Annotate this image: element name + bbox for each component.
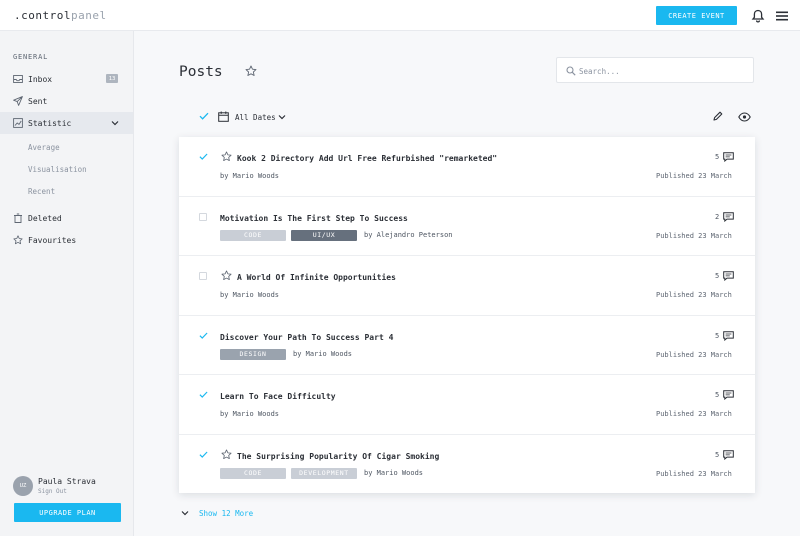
post-title[interactable]: Discover Your Path To Success Part 4 [220,333,393,342]
logo-text-light: panel [70,9,107,22]
comment-icon[interactable] [723,390,734,400]
page-title: Posts [179,64,223,80]
check-icon[interactable] [199,450,208,459]
top-bar: .controlpanel CREATE EVENT [0,0,800,31]
post-author: by Mario Woods [220,172,280,180]
comment-count: 5 [715,272,720,280]
tag-code[interactable]: CODE [220,229,286,241]
row-checkbox[interactable] [199,272,207,280]
comment-count: 5 [715,331,720,340]
tag-group: DESIGN by Mario Woods [220,348,353,360]
search-icon [566,66,576,76]
sidebar-item-favourites[interactable]: Favourites [0,229,133,251]
sign-out-link[interactable]: Sign Out [38,488,67,495]
user-name: Paula Strava [38,477,96,486]
comment-icon[interactable] [723,449,734,460]
inbox-count-badge: 13 [106,74,118,83]
sidebar-section-label: GENERAL [13,53,49,61]
list-item[interactable]: Kook 2 Directory Add Url Free Refurbishe… [179,137,755,197]
star-icon [13,235,23,245]
post-title[interactable]: A World Of Infinite Opportunities [237,273,396,282]
star-icon[interactable] [221,151,232,162]
comment-count: 5 [715,450,720,459]
tag-design[interactable]: DESIGN [220,348,286,360]
menu-icon[interactable] [776,10,788,22]
chevron-down-icon[interactable] [278,113,286,121]
tag-code[interactable]: CODE [220,467,286,479]
comment-icon[interactable] [723,271,734,281]
star-icon[interactable] [221,449,232,460]
avatar[interactable]: UZ [13,476,33,496]
post-title[interactable]: Motivation Is The First Step To Success [220,214,408,223]
sidebar-item-inbox[interactable]: Inbox 13 [0,68,133,90]
sidebar-subitem-average[interactable]: Average [28,143,60,152]
upgrade-plan-button[interactable]: UPGRADE PLAN [14,503,121,522]
tag-development[interactable]: DEVELOPMENT [291,467,357,479]
comment-count: 2 [715,212,720,221]
chart-icon [13,118,23,128]
post-author: by Mario Woods [220,410,280,418]
app-logo[interactable]: .controlpanel [14,9,107,22]
post-author: by Alejandro Peterson [364,231,453,239]
trash-icon [14,213,22,223]
comment-count: 5 [715,153,720,161]
sidebar-subitem-recent[interactable]: Recent [28,187,55,196]
search-input[interactable] [579,64,749,78]
tag-uiux[interactable]: UI/UX [291,229,357,241]
published-date: Published 23 March [656,172,732,180]
published-date: Published 23 March [656,291,732,299]
tag-group: CODE DEVELOPMENT by Mario Woods [220,467,424,479]
sidebar-item-label: Inbox [28,74,53,84]
select-all-check-icon[interactable] [199,111,209,121]
published-date: Published 23 March [656,350,732,359]
chevron-down-icon[interactable] [181,509,189,517]
comment-icon[interactable] [723,211,734,222]
published-date: Published 23 March [656,231,732,240]
show-more-link[interactable]: Show 12 More [199,509,253,518]
posts-list: Kook 2 Directory Add Url Free Refurbishe… [179,137,755,493]
chevron-down-icon[interactable] [111,119,119,127]
published-date: Published 23 March [656,410,732,418]
comment-count: 5 [715,391,720,399]
sidebar-item-deleted[interactable]: Deleted [0,207,133,229]
post-author: by Mario Woods [220,291,280,299]
list-item[interactable]: Learn To Face Difficulty by Mario Woods … [179,375,755,435]
comment-icon[interactable] [723,152,734,162]
sidebar-item-label: Deleted [28,213,62,223]
post-author: by Mario Woods [293,350,353,358]
post-title[interactable]: The Surprising Popularity Of Cigar Smoki… [237,452,439,461]
sidebar-item-statistic[interactable]: Statistic [0,112,133,134]
sidebar-subitem-visualisation[interactable]: Visualisation [28,165,87,174]
create-event-button[interactable]: CREATE EVENT [656,6,737,25]
list-item[interactable]: The Surprising Popularity Of Cigar Smoki… [179,435,755,495]
date-filter-dropdown[interactable]: All Dates [235,113,276,122]
post-author: by Mario Woods [364,469,424,477]
sidebar-item-sent[interactable]: Sent [0,90,133,112]
list-item[interactable]: Discover Your Path To Success Part 4 DES… [179,316,755,375]
post-title[interactable]: Kook 2 Directory Add Url Free Refurbishe… [237,154,497,163]
pencil-icon[interactable] [712,111,723,122]
row-checkbox[interactable] [199,212,207,221]
sidebar-item-label: Statistic [28,118,72,128]
tag-group: CODE UI/UX by Alejandro Peterson [220,229,453,241]
sidebar-item-label: Sent [28,96,48,106]
send-icon [13,96,23,106]
list-item[interactable]: A World Of Infinite Opportunities by Mar… [179,256,755,316]
published-date: Published 23 March [656,469,732,478]
comment-icon[interactable] [723,330,734,341]
star-icon[interactable] [245,65,257,77]
check-icon[interactable] [199,331,208,340]
inbox-icon [13,75,23,83]
logo-text: .control [14,9,71,22]
bell-icon[interactable] [751,9,765,23]
sidebar-item-label: Favourites [28,235,77,245]
star-icon[interactable] [221,270,232,281]
calendar-icon [218,111,229,122]
search-box [556,57,754,83]
check-icon[interactable] [199,152,208,161]
post-title[interactable]: Learn To Face Difficulty [220,392,336,401]
check-icon[interactable] [199,390,208,399]
eye-icon[interactable] [738,112,751,122]
list-item[interactable]: Motivation Is The First Step To Success … [179,197,755,256]
